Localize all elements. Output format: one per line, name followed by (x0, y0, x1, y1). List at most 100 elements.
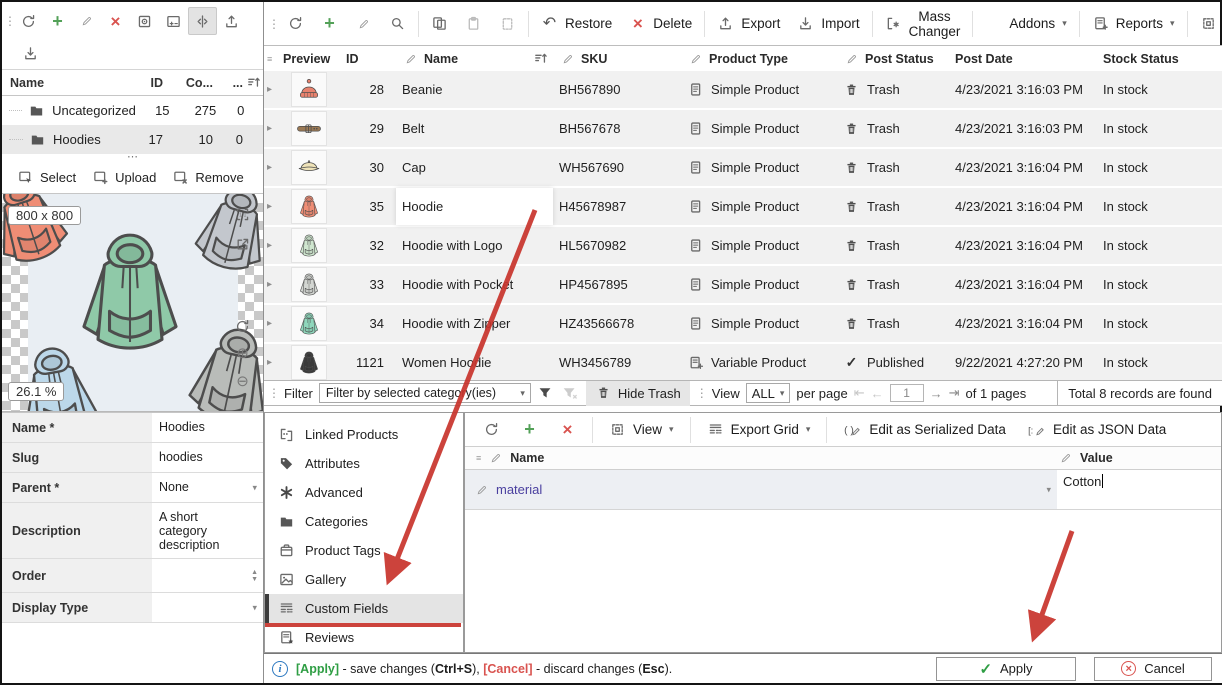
delete-button[interactable]: × (101, 7, 130, 35)
actual-size-icon[interactable]: 1:1 (234, 206, 251, 222)
next-page-button[interactable]: → (930, 386, 943, 401)
prev-page-button[interactable]: ← (871, 386, 884, 401)
paste-special-button[interactable] (491, 11, 524, 37)
product-name[interactable]: Beanie (396, 71, 553, 108)
restore-button[interactable]: ↶Restore (533, 11, 620, 37)
product-row[interactable]: ▸ 33 Hoodie with Pocket HP4567895 Simple… (264, 266, 1222, 305)
apply-filter-icon[interactable] (537, 385, 554, 401)
hide-trash-toggle[interactable]: Hide Trash (586, 381, 690, 406)
form-field-value[interactable]: A short category description (152, 503, 263, 558)
custom-field-name[interactable]: material ▾ (465, 470, 1057, 509)
edit-button[interactable] (347, 11, 380, 37)
row-expander-icon[interactable]: ▸ (264, 123, 277, 134)
splitter-handle[interactable]: ⋯ (2, 154, 263, 162)
paste-button[interactable] (457, 11, 490, 37)
view-menu[interactable]: View▾ (601, 417, 682, 443)
tab-reviews[interactable]: Reviews (265, 623, 463, 652)
column-header-name[interactable]: Name (396, 51, 553, 67)
last-page-button[interactable]: ⇥ (949, 385, 960, 401)
col-field-name[interactable]: Name (510, 451, 544, 465)
product-name[interactable]: Hoodie with Logo (396, 227, 553, 264)
product-row[interactable]: ▸ 30 Cap WH567690 Simple Product Trash 4… (264, 149, 1222, 188)
column-header-post-status[interactable]: Post Status (837, 51, 949, 67)
toolbar-grip[interactable]: ⋮ (696, 386, 706, 400)
col-name[interactable]: Name (2, 76, 127, 90)
product-name[interactable]: Hoodie with Zipper (396, 305, 553, 342)
add-button[interactable]: + (313, 11, 346, 37)
row-expander-icon[interactable]: ▸ (264, 240, 277, 251)
paste-image-button[interactable] (130, 7, 159, 35)
export-button[interactable] (217, 7, 246, 35)
refresh-button[interactable] (475, 417, 508, 443)
column-header-preview[interactable]: Preview (277, 52, 340, 66)
export-button[interactable]: Export (709, 11, 788, 37)
row-expander-icon[interactable]: ▸ (264, 357, 277, 368)
product-row[interactable]: ▸ 29 Belt BH567678 Simple Product Trash … (264, 110, 1222, 149)
category-row[interactable]: Uncategorized 15 275 0 (2, 96, 263, 125)
custom-field-row[interactable]: material ▾ Cotton (465, 470, 1221, 510)
add-button[interactable]: + (43, 7, 72, 35)
refresh-button[interactable] (279, 11, 312, 37)
product-name[interactable]: Cap (396, 149, 553, 186)
column-header-post-date[interactable]: Post Date (949, 52, 1097, 66)
product-row[interactable]: ▸ 1121 Women Hoodie WH3456789 Variable P… (264, 344, 1222, 380)
import-button[interactable]: Import (789, 11, 867, 37)
chevron-down-icon[interactable]: ▾ (1046, 484, 1051, 495)
page-number-input[interactable] (890, 384, 924, 402)
edit-button[interactable] (72, 7, 101, 35)
addons-menu[interactable]: Addons▾ (977, 11, 1074, 37)
per-page-select[interactable]: ALL ▾ (746, 383, 791, 403)
add-field-button[interactable]: + (513, 417, 546, 443)
product-row[interactable]: ▸ 28 Beanie BH567890 Simple Product Tras… (264, 71, 1222, 110)
category-filter-dropdown[interactable]: Filter by selected category(ies) ▾ (319, 383, 531, 403)
upload-image-button[interactable]: Upload (85, 167, 163, 189)
column-header-stock-status[interactable]: Stock Status (1097, 52, 1222, 66)
clear-filter-icon[interactable] (560, 385, 580, 401)
select-image-button[interactable]: Select (10, 167, 83, 189)
toolbar-grip[interactable]: ⋮ (268, 17, 278, 31)
import-button[interactable] (16, 39, 45, 67)
col-extra[interactable]: ... (213, 76, 243, 90)
zoom-out-icon[interactable]: ⊖ (234, 373, 251, 389)
zoom-in-icon[interactable]: ⊕ (234, 345, 251, 361)
tab-custom-fields[interactable]: Custom Fields (265, 594, 463, 623)
tab-gallery[interactable]: Gallery (265, 565, 463, 594)
column-header-id[interactable]: ID (340, 52, 396, 66)
row-expander-icon[interactable]: ▸ (264, 279, 277, 290)
chevron-down-icon[interactable]: ▾ (252, 482, 257, 493)
col-id[interactable]: ID (127, 76, 163, 90)
col-field-value[interactable]: Value (1080, 451, 1113, 465)
split-view-button[interactable] (188, 7, 217, 35)
copy-button[interactable] (423, 11, 456, 37)
product-name[interactable]: Belt (396, 110, 553, 147)
row-expander-icon[interactable]: ▸ (264, 318, 277, 329)
refresh-button[interactable] (14, 7, 43, 35)
search-button[interactable] (381, 11, 414, 37)
adjust-image-button[interactable] (159, 7, 188, 35)
remove-image-button[interactable]: Remove (165, 167, 250, 189)
product-row[interactable]: ▸ 35 Hoodie H45678987 Simple Product Tra… (264, 188, 1222, 227)
tab-attributes[interactable]: Attributes (265, 449, 463, 478)
column-header-sku[interactable]: SKU (553, 51, 681, 67)
col-count[interactable]: Co... (163, 76, 213, 90)
mass-changer-button[interactable]: Mass Changer (877, 4, 969, 44)
tab-advanced[interactable]: Advanced (265, 478, 463, 507)
product-name[interactable]: Hoodie with Pocket (396, 266, 553, 303)
product-row[interactable]: ▸ 32 Hoodie with Logo HL5670982 Simple P… (264, 227, 1222, 266)
tab-linked-products[interactable]: Linked Products (265, 420, 463, 449)
category-tree-header[interactable]: Name ID Co... ... (2, 70, 263, 96)
delete-field-button[interactable]: × (551, 417, 584, 443)
form-field-value[interactable]: ▾ (152, 593, 263, 622)
custom-field-value-input[interactable]: Cotton (1057, 470, 1221, 509)
row-expander-icon[interactable]: ▸ (264, 201, 277, 212)
form-field-value[interactable]: Hoodies (152, 413, 263, 442)
column-header-product-type[interactable]: Product Type (681, 51, 837, 67)
chevron-down-icon[interactable]: ▾ (252, 602, 257, 613)
row-expander-icon[interactable]: ▸ (264, 84, 277, 95)
first-page-button[interactable]: ⇤ (854, 385, 865, 401)
row-expander-icon[interactable]: ▸ (264, 162, 277, 173)
product-name[interactable]: Hoodie (396, 188, 553, 225)
form-field-value[interactable]: None▾ (152, 473, 263, 502)
spinner-control[interactable]: ▲▼ (251, 569, 258, 583)
form-field-value[interactable]: ▲▼ (152, 559, 263, 592)
